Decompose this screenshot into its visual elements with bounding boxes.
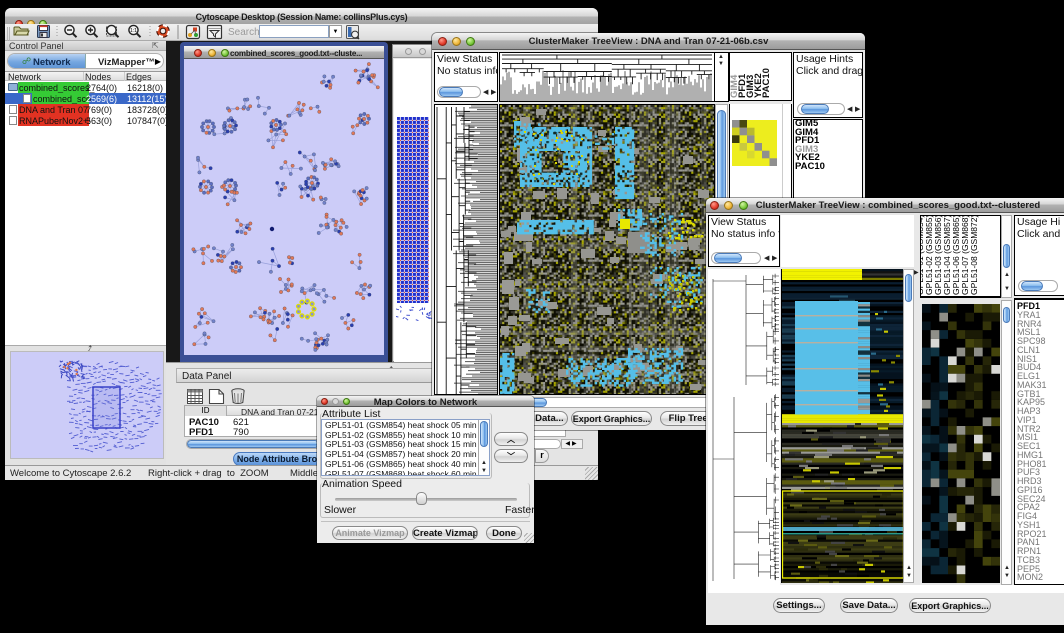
svg-text:1:1: 1:1	[130, 28, 137, 34]
